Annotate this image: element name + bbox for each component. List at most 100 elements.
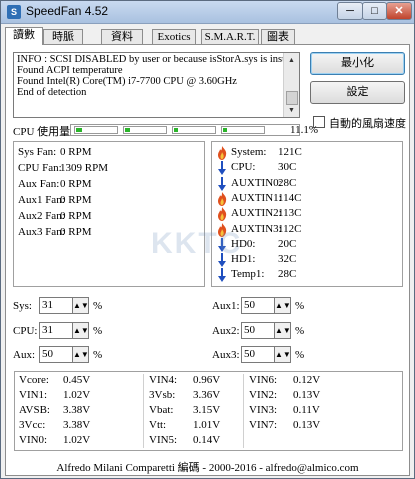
auto-fan-speed-label: 自動的風扇速度 — [329, 118, 406, 130]
flame-icon — [216, 146, 228, 160]
voltage-label: VIN7: — [249, 419, 278, 431]
down-arrow-icon — [216, 161, 228, 176]
author-credit: Alfredo Milani Comparetti 編碼 - 2000-2016… — [56, 462, 359, 474]
fan-value: 0 RPM — [60, 146, 92, 158]
maximize-window-button[interactable]: □ — [362, 2, 387, 20]
scroll-up-arrow-icon[interactable]: ▲ — [285, 53, 298, 67]
aux2-speed-input[interactable]: 50 — [241, 322, 275, 339]
cpu-usage-label: CPU 使用量 — [13, 126, 71, 138]
aux3-speed-spinner-icon[interactable]: ▲▼ — [275, 346, 291, 363]
temperature-reading: AUXTIN0: 28C — [216, 176, 336, 191]
temperature-value: 28C — [278, 176, 297, 189]
log-line: INFO : SCSI DISABLED by user or because … — [17, 54, 290, 65]
tab-info[interactable]: 資料 — [101, 29, 143, 44]
cpu-speed-spinner-icon[interactable]: ▲▼ — [73, 322, 89, 339]
temperature-label: AUXTIN2: — [231, 207, 282, 220]
voltage-label: VIN5: — [149, 434, 178, 446]
voltages-box: Vcore: 0.45V VIN1: 1.02V AVSB: 3.38V 3Vcc: 3.38… — [14, 371, 403, 451]
speedfan-window: S SpeedFan 4.52 ─ □ ✕ 讀數 時脈 資料 Exotics S… — [0, 0, 415, 479]
minimize-button[interactable]: 最小化 — [310, 52, 405, 75]
temperature-value: 112C — [278, 222, 302, 235]
fan-speeds-box: Sys Fan: 0 RPM CPU Fan: 1309 RPM Aux Fan: 0… — [13, 141, 205, 287]
voltage-label: VIN3: — [249, 404, 278, 416]
cpu-core-fill — [174, 128, 178, 132]
column-divider — [243, 374, 244, 448]
temperature-value: 20C — [278, 237, 297, 250]
cpu-core-fill — [76, 128, 82, 132]
voltage-label: VIN1: — [19, 389, 48, 401]
tab-smart[interactable]: S.M.A.R.T. — [201, 29, 259, 44]
aux-speed-input[interactable]: 50 — [39, 346, 73, 363]
temperature-label: Temp1: — [231, 268, 265, 281]
cpu-core-fill — [223, 128, 227, 132]
voltage-value: 3.38V — [63, 419, 91, 431]
detection-log[interactable]: INFO : SCSI DISABLED by user or because … — [13, 52, 300, 118]
speed-label: Aux2: — [212, 325, 240, 337]
aux3-speed-input[interactable]: 50 — [241, 346, 275, 363]
temperature-reading: Temp1: 28C — [216, 268, 336, 283]
voltage-label: 3Vsb: — [149, 389, 176, 401]
fan-value: 0 RPM — [60, 226, 92, 238]
speed-label: Aux1: — [212, 300, 240, 312]
down-arrow-icon — [216, 176, 228, 191]
aux1-speed-spinner-icon[interactable]: ▲▼ — [275, 297, 291, 314]
speed-unit: % — [93, 349, 103, 361]
tab-readings[interactable]: 讀數 — [5, 27, 43, 45]
speed-label: Aux3: — [212, 349, 240, 361]
speed-unit: % — [295, 325, 305, 337]
tab-clock[interactable]: 時脈 — [43, 29, 83, 44]
log-line: Found ACPI temperature — [17, 65, 123, 76]
voltage-label: 3Vcc: — [19, 419, 46, 431]
scroll-down-arrow-icon[interactable]: ▼ — [285, 103, 298, 117]
voltage-value: 0.13V — [293, 389, 321, 401]
temperature-reading: CPU: 30C — [216, 161, 336, 176]
speedfan-app-icon: S — [7, 5, 21, 19]
temperature-reading: System: 121C — [216, 146, 336, 160]
tab-exotics[interactable]: Exotics — [152, 29, 196, 44]
temperature-value: 114C — [278, 191, 302, 204]
cpu-usage-percent: 11.1% — [290, 124, 319, 136]
voltage-label: Vbat: — [149, 404, 174, 416]
temperature-value: 30C — [278, 161, 297, 174]
cpu-core-meter — [74, 126, 118, 134]
aux1-speed-input[interactable]: 50 — [241, 297, 275, 314]
temperature-label: AUXTIN1: — [231, 191, 282, 204]
temperature-label: CPU: — [231, 161, 256, 174]
aux2-speed-spinner-icon[interactable]: ▲▼ — [275, 322, 291, 339]
speed-label: Sys: — [13, 300, 32, 312]
cpu-core-meter — [123, 126, 167, 134]
sys-speed-spinner-icon[interactable]: ▲▼ — [73, 297, 89, 314]
cpu-core-meter — [221, 126, 265, 134]
window-title: SpeedFan 4.52 — [26, 4, 109, 18]
temperature-reading: AUXTIN1: 114C — [216, 191, 336, 206]
voltage-value: 3.36V — [193, 389, 221, 401]
column-divider — [143, 374, 144, 448]
sys-speed-input[interactable]: 31 — [39, 297, 73, 314]
temperature-value: 121C — [278, 146, 302, 158]
speed-label: CPU: — [13, 325, 38, 337]
voltage-value: 1.02V — [63, 434, 91, 446]
voltage-label: AVSB: — [19, 404, 50, 416]
flame-icon — [216, 191, 228, 206]
cpu-core-fill — [125, 128, 130, 132]
minimize-window-button[interactable]: ─ — [337, 2, 363, 20]
speed-unit: % — [295, 300, 305, 312]
watermark-logo: KKTC — [151, 227, 243, 260]
voltage-label: Vcore: — [19, 374, 49, 386]
settings-button[interactable]: 設定 — [310, 81, 405, 104]
voltage-value: 3.15V — [193, 404, 221, 416]
cpu-speed-input[interactable]: 31 — [39, 322, 73, 339]
aux-speed-spinner-icon[interactable]: ▲▼ — [73, 346, 89, 363]
temperature-value: 32C — [278, 253, 297, 266]
log-line: End of detection — [17, 87, 87, 98]
cpu-usage-bar — [70, 124, 300, 136]
log-scrollbar[interactable]: ▲ ▼ — [283, 53, 299, 117]
temperature-value: 28C — [278, 268, 297, 281]
voltage-value: 0.14V — [193, 434, 221, 446]
tab-charts[interactable]: 圖表 — [261, 29, 295, 44]
fan-value: 0 RPM — [60, 194, 92, 206]
close-window-button[interactable]: ✕ — [386, 2, 412, 20]
title-bar[interactable]: S SpeedFan 4.52 ─ □ ✕ — [1, 1, 414, 24]
voltage-value: 3.38V — [63, 404, 91, 416]
speed-unit: % — [93, 325, 103, 337]
